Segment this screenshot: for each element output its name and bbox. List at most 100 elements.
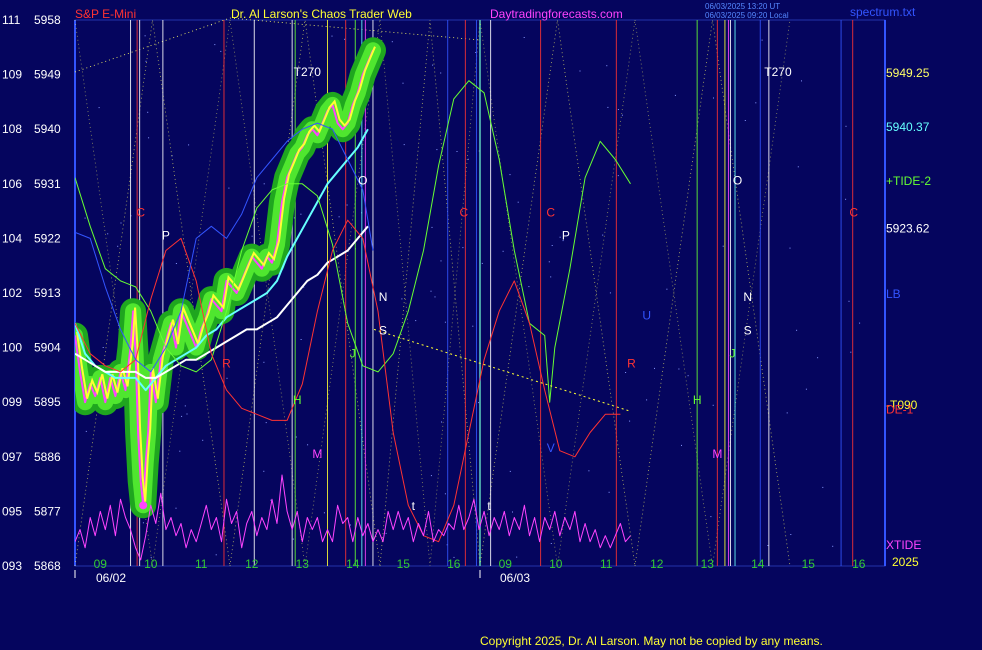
- series-line-6: [373, 328, 631, 412]
- grid-dot: [85, 430, 87, 432]
- grid-dot: [710, 516, 712, 518]
- grid-dot: [625, 372, 627, 373]
- x-tick-hour: 16: [852, 557, 866, 571]
- grid-dot: [845, 198, 847, 200]
- series-layer: [75, 37, 631, 561]
- right-value-label: 5940.37: [886, 120, 930, 134]
- diamond-grid: [74, 17, 791, 567]
- chart-annotation: t: [412, 499, 416, 513]
- grid-dot: [805, 388, 807, 390]
- chart-annotation: H: [693, 393, 702, 407]
- chart-annotation: T270: [764, 65, 792, 79]
- grid-dot: [444, 493, 446, 495]
- grid-dot: [436, 149, 438, 151]
- grid-dot: [292, 538, 294, 540]
- grid-dot: [391, 41, 393, 43]
- grid-dot: [401, 298, 403, 300]
- y-tick-index: 102: [2, 286, 22, 300]
- grid-dot: [617, 109, 619, 110]
- grid-dot: [790, 534, 792, 535]
- grid-dot: [148, 137, 150, 139]
- x-date-label: 06/02: [96, 571, 126, 585]
- chart-annotation: J: [350, 346, 356, 360]
- grid-dot: [202, 439, 204, 441]
- chart-annotation: N: [379, 290, 388, 304]
- grid-dot: [430, 290, 432, 292]
- grid-dot: [609, 292, 611, 294]
- grid-dot: [444, 321, 446, 323]
- grid-dot: [761, 39, 763, 41]
- timestamp-local: 06/03/2025 09:20 Local: [705, 11, 789, 20]
- grid-dot: [607, 106, 609, 108]
- y-tick-index: 104: [2, 231, 22, 245]
- grid-dot: [431, 226, 433, 228]
- chart-annotation: C: [136, 206, 145, 220]
- right-value-label: XTIDE: [886, 538, 921, 552]
- x-tick-hour: 11: [195, 557, 208, 571]
- grid-dot: [181, 415, 183, 417]
- grid-dot: [415, 320, 417, 322]
- grid-dot: [621, 114, 623, 116]
- grid-dot: [801, 80, 802, 82]
- y-tick-index: 099: [2, 395, 22, 409]
- grid-dot: [441, 421, 442, 423]
- grid-dot: [646, 399, 648, 401]
- x-tick-hour: 11: [600, 557, 613, 571]
- grid-dot: [712, 404, 714, 406]
- source-file: spectrum.txt: [850, 5, 916, 19]
- diamond-line: [479, 19, 636, 567]
- right-value-label: LB: [886, 287, 901, 301]
- diamond-line: [479, 19, 636, 567]
- grid-dot: [300, 339, 302, 340]
- grid-dot: [107, 233, 109, 235]
- diamond-line: [634, 19, 791, 567]
- y-tick-index: 095: [2, 504, 22, 518]
- y-tick-price: 5940: [34, 122, 61, 136]
- y-tick-price: 5958: [34, 13, 61, 27]
- y-tick-index: 108: [2, 122, 22, 136]
- y-tick-index: 111: [2, 13, 21, 27]
- x-tick-hour: 12: [245, 557, 259, 571]
- chart-annotation: S: [744, 323, 752, 337]
- chart-annotation: H: [293, 393, 302, 407]
- diamond-line: [634, 19, 791, 567]
- y-tick-price: 5913: [34, 286, 61, 300]
- grid-dot: [588, 470, 590, 472]
- grid-dot: [467, 158, 469, 160]
- y-tick-index: 106: [2, 177, 22, 191]
- grid-dot: [142, 522, 144, 524]
- grid-dot: [832, 545, 834, 547]
- grid-dot: [512, 511, 513, 513]
- grid-dot: [147, 111, 149, 113]
- grid-dot: [263, 361, 265, 363]
- grid-dot: [331, 35, 333, 37]
- chart-annotation: C: [546, 206, 555, 220]
- grid-dot: [817, 357, 819, 359]
- grid-dot: [344, 38, 346, 40]
- grid-dot: [850, 351, 852, 353]
- chart-annotation: M: [712, 447, 722, 461]
- copyright-notice: Copyright 2025, Dr. Al Larson. May not b…: [480, 634, 823, 648]
- y-tick-price: 5895: [34, 395, 61, 409]
- grid-dot: [786, 412, 788, 414]
- y-tick-price: 5886: [34, 450, 61, 464]
- chart-labels: T270 T270CPONSJHMRtCtCPVURHMONSJC5949.255…: [136, 65, 931, 552]
- chart-annotation: V: [547, 441, 555, 455]
- grid-dot: [84, 217, 86, 219]
- y-tick-price: 5949: [34, 68, 61, 82]
- grid-dot: [559, 236, 561, 238]
- y-tick-price: 5931: [34, 177, 61, 191]
- diamond-line: [74, 17, 231, 73]
- grid-dot: [434, 296, 436, 298]
- grid-dot: [755, 102, 757, 104]
- chart-annotation: P: [162, 229, 170, 243]
- grid-dot: [674, 94, 676, 96]
- grid-dot: [797, 166, 799, 168]
- grid-dot: [184, 405, 186, 407]
- chart-header: S&P E-Mini Dr. Al Larson's Chaos Trader …: [75, 2, 916, 21]
- grid-dot: [226, 377, 228, 379]
- grid-dot: [179, 450, 181, 452]
- site-link[interactable]: Daytradingforecasts.com: [490, 7, 623, 21]
- grid-dot: [472, 325, 474, 327]
- chart-annotation: N: [743, 290, 752, 304]
